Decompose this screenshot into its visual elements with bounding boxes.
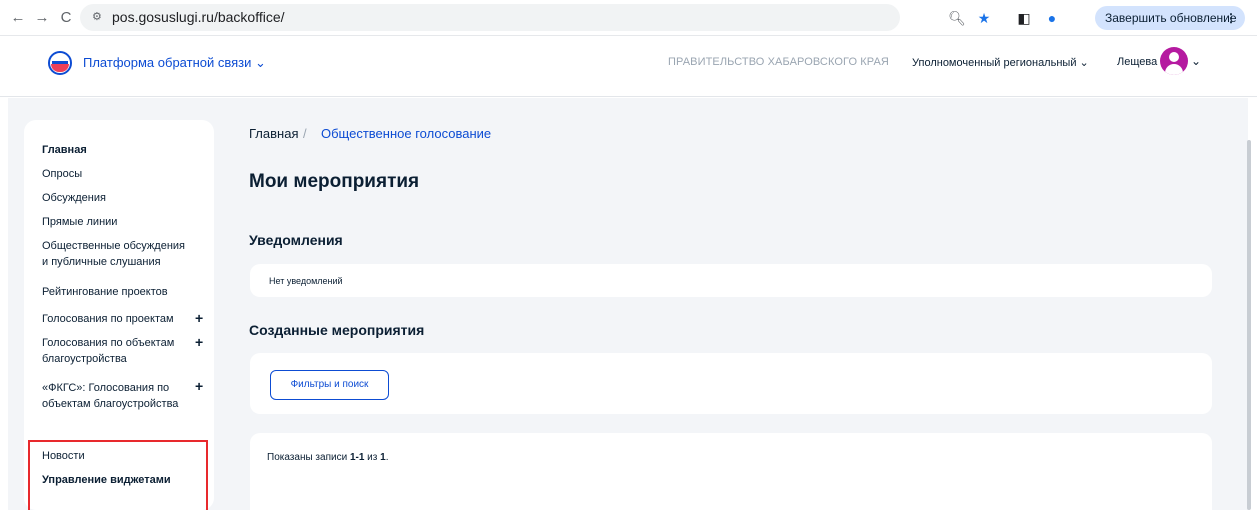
breadcrumb-separator: /	[303, 126, 307, 141]
breadcrumb-current[interactable]: Общественное голосование	[321, 126, 491, 141]
url-text[interactable]: pos.gosuslugi.ru/backoffice/	[112, 9, 285, 25]
page-title: Мои мероприятия	[249, 171, 420, 192]
notifications-card: Нет уведомлений	[250, 264, 1212, 297]
forward-icon[interactable]: →	[32, 8, 52, 28]
platform-title[interactable]: Платформа обратной связи ⌄	[83, 55, 266, 71]
notifications-title: Уведомления	[249, 232, 343, 248]
government-title: ПРАВИТЕЛЬСТВО ХАБАРОВСКОГО КРАЯ	[668, 56, 889, 68]
created-events-title: Созданные мероприятия	[249, 322, 425, 338]
records-count-text: Показаны записи 1-1 из 1.	[267, 452, 389, 463]
role-select[interactable]: Уполномоченный региональный ⌄	[912, 56, 1089, 69]
sidebar-item-project-voting[interactable]: Голосования по проектам	[42, 311, 192, 327]
sidebar-item-home[interactable]: Главная	[42, 142, 192, 158]
sidebar-item-fkgs-voting[interactable]: «ФКГС»: Голосования по объектам благоуст…	[42, 380, 192, 412]
sidebar-item-surveys[interactable]: Опросы	[42, 166, 192, 182]
chevron-down-icon[interactable]: ⌄	[1191, 54, 1201, 68]
avatar[interactable]	[1160, 47, 1188, 75]
sidebar-item-discussions[interactable]: Обсуждения	[42, 190, 192, 206]
sidebar-item-public-discussions[interactable]: Общественные обсуждения и публичные слуш…	[42, 238, 192, 270]
sidebar-item-project-rating[interactable]: Рейтингование проектов	[42, 284, 192, 300]
bookmark-star-icon[interactable]: ★	[974, 8, 994, 28]
filters-search-button[interactable]: Фильтры и поиск	[270, 370, 389, 400]
breadcrumb-home[interactable]: Главная	[249, 126, 298, 141]
address-bar[interactable]: ⚙ pos.gosuslugi.ru/backoffice/	[80, 4, 900, 31]
chevron-down-icon: ⌄	[255, 55, 266, 70]
sidebar-item-object-voting[interactable]: Голосования по объектам благоустройства	[42, 335, 192, 367]
site-info-icon[interactable]: ⚙	[92, 10, 102, 23]
side-panel-icon[interactable]: ◧	[1014, 8, 1034, 28]
app-header: Платформа обратной связи ⌄ ПРАВИТЕЛЬСТВО…	[0, 37, 1257, 97]
notifications-empty-text: Нет уведомлений	[269, 276, 343, 286]
expand-plus-icon[interactable]: +	[195, 310, 203, 326]
expand-plus-icon[interactable]: +	[195, 378, 203, 394]
update-button[interactable]: Завершить обновление ⋮	[1095, 6, 1245, 30]
highlight-annotation	[28, 440, 208, 510]
profile-icon[interactable]: ●	[1042, 8, 1062, 28]
browser-toolbar: ← → C ⚙ pos.gosuslugi.ru/backoffice/ 🔍︎ …	[0, 0, 1257, 36]
scrollbar[interactable]	[1247, 140, 1251, 510]
gosuslugi-logo[interactable]	[48, 51, 72, 75]
chevron-down-icon: ⌄	[1079, 57, 1089, 69]
filters-card	[250, 353, 1212, 414]
update-label: Завершить обновление	[1105, 11, 1237, 25]
menu-dots-icon[interactable]: ⋮	[1225, 6, 1237, 30]
sidebar-item-direct-lines[interactable]: Прямые линии	[42, 214, 192, 230]
back-icon[interactable]: ←	[8, 8, 28, 28]
zoom-icon[interactable]: 🔍︎	[947, 8, 967, 28]
records-card	[250, 433, 1212, 510]
expand-plus-icon[interactable]: +	[195, 334, 203, 350]
reload-icon[interactable]: C	[56, 8, 76, 28]
